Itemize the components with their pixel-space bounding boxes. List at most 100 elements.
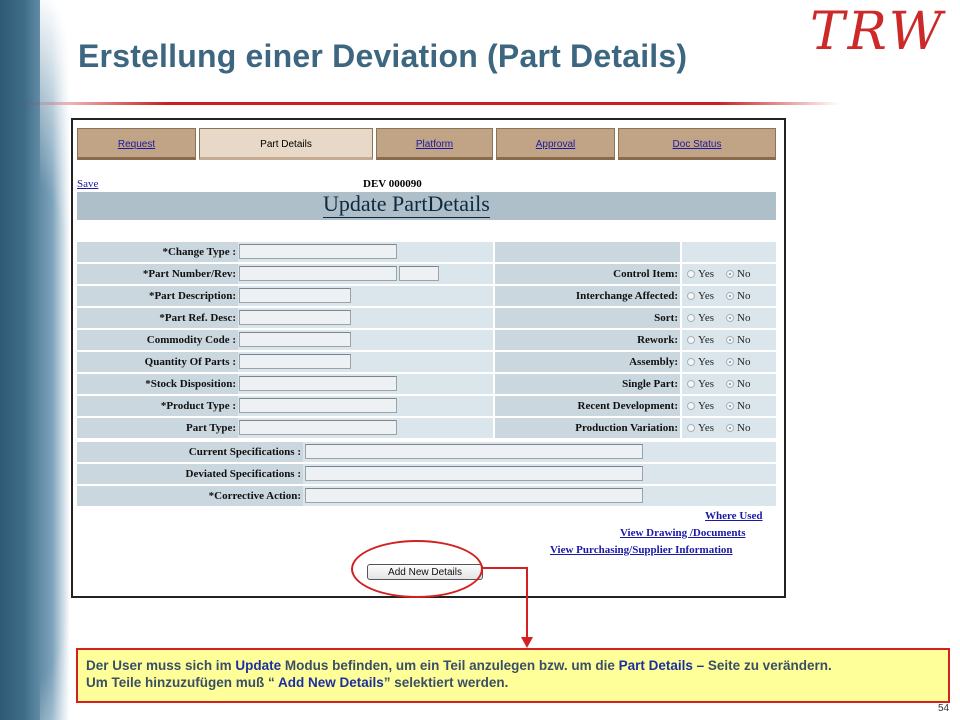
field-label: *Product Type : — [77, 396, 238, 416]
right-header-cell — [495, 242, 680, 262]
tab-request[interactable]: Request — [77, 128, 196, 160]
radio-no-label: No — [737, 334, 751, 346]
toggle-label: Control Item: — [495, 264, 680, 284]
text-input[interactable] — [239, 354, 351, 369]
text-input[interactable] — [239, 398, 397, 413]
deviation-number: DEV 000090 — [363, 178, 422, 190]
save-link[interactable]: Save — [77, 178, 98, 190]
field-label: Part Type: — [77, 418, 238, 438]
callout-text: Der User muss sich im — [86, 658, 236, 673]
radio-yes-label: Yes — [698, 378, 715, 390]
radio-yes[interactable] — [687, 380, 695, 388]
toggle-label: Single Part: — [495, 374, 680, 394]
radio-no[interactable] — [726, 314, 734, 322]
tab-part-details[interactable]: Part Details — [199, 128, 373, 160]
text-input[interactable] — [239, 266, 397, 281]
tab-bar: Request Part Details Platform Approval D… — [77, 128, 777, 162]
radio-yes[interactable] — [687, 358, 695, 366]
radio-no-label: No — [737, 400, 751, 412]
title-divider — [20, 102, 840, 105]
yes-no-radio-group: Yes No — [682, 396, 776, 416]
radio-no[interactable] — [726, 402, 734, 410]
left-decorative-bar — [0, 0, 110, 720]
radio-no[interactable] — [726, 358, 734, 366]
callout-text: Modus befinden, um ein Teil anzulegen bz… — [281, 658, 619, 673]
radio-yes-label: Yes — [698, 400, 715, 412]
radio-yes[interactable] — [687, 314, 695, 322]
text-input[interactable] — [239, 420, 397, 435]
toggle-label: Production Variation: — [495, 418, 680, 438]
yes-no-radio-group: Yes No — [682, 330, 776, 350]
spec-label: Deviated Specifications : — [77, 464, 303, 484]
text-input[interactable] — [239, 310, 351, 325]
where-used-link[interactable]: Where Used — [705, 510, 763, 522]
field-label: Quantity Of Parts : — [77, 352, 238, 372]
yes-no-radio-group: Yes No — [682, 286, 776, 306]
callout-highlight: Update — [235, 658, 282, 673]
toggle-label: Recent Development: — [495, 396, 680, 416]
toggle-label: Assembly: — [495, 352, 680, 372]
radio-yes-label: Yes — [698, 356, 715, 368]
callout-text: Seite zu verändern. — [704, 658, 832, 673]
yes-no-radio-group: Yes No — [682, 352, 776, 372]
slide-title: Erstellung einer Deviation (Part Details… — [78, 38, 688, 74]
text-input[interactable] — [239, 244, 397, 259]
text-input[interactable] — [305, 488, 643, 503]
toggle-label: Rework: — [495, 330, 680, 350]
radio-yes[interactable] — [687, 424, 695, 432]
radio-no[interactable] — [726, 380, 734, 388]
arrow-line — [526, 567, 528, 639]
callout-note: Der User muss sich im Update Modus befin… — [76, 648, 950, 703]
field-label: Commodity Code : — [77, 330, 238, 350]
radio-no[interactable] — [726, 424, 734, 432]
radio-yes[interactable] — [687, 292, 695, 300]
yes-no-radio-group: Yes No — [682, 308, 776, 328]
text-input[interactable] — [239, 376, 397, 391]
text-input[interactable] — [305, 466, 643, 481]
yes-no-radio-group: Yes No — [682, 418, 776, 438]
tab-label[interactable]: Approval — [536, 139, 575, 150]
page-number: 54 — [938, 703, 950, 714]
tab-platform[interactable]: Platform — [376, 128, 493, 160]
callout-line-1: Der User muss sich im Update Modus befin… — [86, 657, 940, 674]
form-heading: Update PartDetails — [323, 191, 490, 218]
radio-no-label: No — [737, 290, 751, 302]
field-label: *Change Type : — [77, 242, 238, 262]
tab-label[interactable]: Platform — [416, 139, 453, 150]
tab-doc-status[interactable]: Doc Status — [618, 128, 776, 160]
right-header-cell — [682, 242, 776, 262]
spec-label: Current Specifications : — [77, 442, 303, 462]
view-purchasing-link[interactable]: View Purchasing/Supplier Information — [550, 544, 733, 556]
field-label: *Part Ref. Desc: — [77, 308, 238, 328]
field-label: *Part Description: — [77, 286, 238, 306]
tab-label[interactable]: Request — [118, 139, 155, 150]
text-input[interactable] — [239, 332, 351, 347]
radio-no-label: No — [737, 422, 751, 434]
yes-no-radio-group: Yes No — [682, 374, 776, 394]
radio-yes-label: Yes — [698, 334, 715, 346]
radio-yes-label: Yes — [698, 268, 715, 280]
callout-highlight: Add New Details — [274, 675, 384, 690]
text-input[interactable] — [239, 288, 351, 303]
radio-no[interactable] — [726, 336, 734, 344]
radio-no[interactable] — [726, 270, 734, 278]
yes-no-radio-group: Yes No — [682, 264, 776, 284]
radio-no-label: No — [737, 378, 751, 390]
tab-approval[interactable]: Approval — [496, 128, 615, 160]
text-input[interactable] — [399, 266, 439, 281]
radio-yes-label: Yes — [698, 422, 715, 434]
radio-yes[interactable] — [687, 270, 695, 278]
callout-text: ” selektiert werden. — [383, 675, 509, 690]
trw-logo: TRW — [810, 2, 946, 62]
radio-no[interactable] — [726, 292, 734, 300]
text-input[interactable] — [305, 444, 643, 459]
callout-line-2: Um Teile hinzuzufügen muß “ Add New Deta… — [86, 674, 940, 691]
radio-yes[interactable] — [687, 336, 695, 344]
callout-text: Um Teile hinzuzufügen muß “ — [86, 675, 275, 690]
tab-label[interactable]: Doc Status — [673, 139, 722, 150]
view-drawing-link[interactable]: View Drawing /Documents — [620, 527, 745, 539]
spec-label: *Corrective Action: — [77, 486, 303, 506]
radio-yes[interactable] — [687, 402, 695, 410]
radio-no-label: No — [737, 356, 751, 368]
radio-yes-label: Yes — [698, 312, 715, 324]
